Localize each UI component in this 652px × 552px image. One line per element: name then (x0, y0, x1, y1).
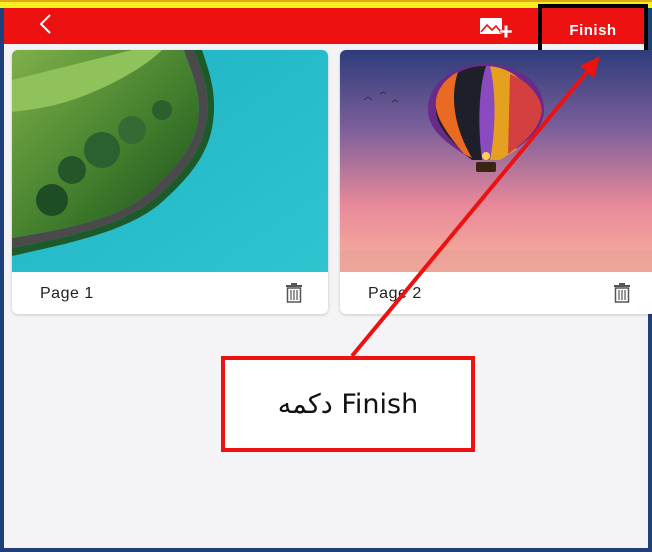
page-card-2[interactable]: Page 2 (340, 50, 652, 314)
trash-icon (286, 283, 302, 303)
page-2-footer: Page 2 (340, 272, 652, 314)
chevron-left-icon (39, 14, 51, 34)
toolbar: Finish (4, 4, 648, 56)
finish-label: Finish (569, 21, 617, 39)
page-2-delete-button[interactable] (612, 282, 632, 304)
annotation-callout: دکمه Finish (221, 356, 475, 452)
page-1-delete-button[interactable] (284, 282, 304, 304)
trash-icon (614, 283, 630, 303)
finish-button[interactable]: Finish (538, 4, 648, 56)
back-button[interactable] (36, 10, 66, 40)
page-card-1[interactable]: Page 1 (12, 50, 328, 314)
callout-text: دکمه Finish (277, 388, 419, 420)
page-2-thumbnail[interactable] (340, 50, 652, 272)
add-image-icon (480, 18, 513, 38)
page-2-label: Page 2 (368, 285, 422, 302)
add-image-button[interactable] (478, 16, 518, 42)
page-1-thumbnail[interactable] (12, 50, 328, 272)
page-1-footer: Page 1 (12, 272, 328, 314)
page-1-label: Page 1 (40, 285, 94, 302)
